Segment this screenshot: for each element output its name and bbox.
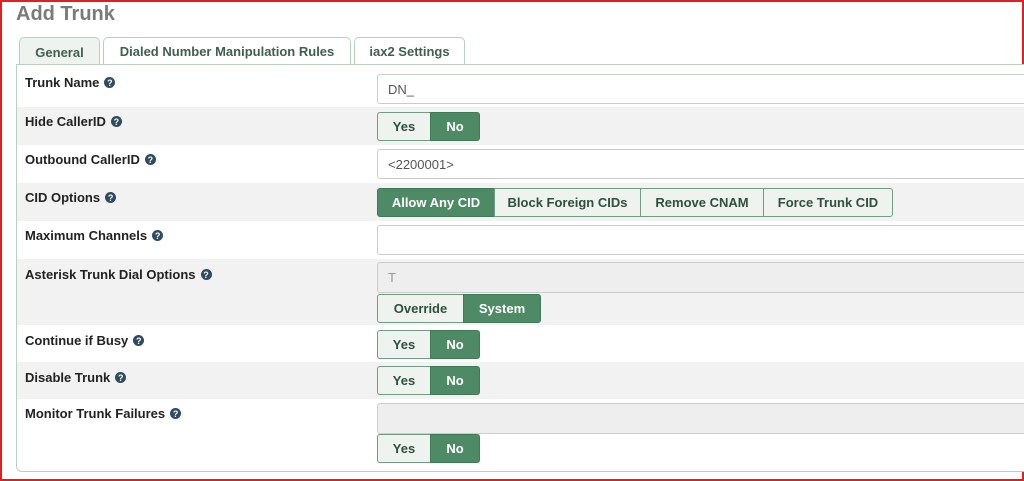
dial-options-override-button[interactable]: Override (377, 294, 464, 323)
hide-callerid-label: Hide CallerID ? (25, 114, 122, 129)
monitor-failures-label-text: Monitor Trunk Failures (25, 406, 166, 421)
outbound-callerid-label-text: Outbound CallerID (25, 152, 140, 167)
dial-options-label: Asterisk Trunk Dial Options ? (25, 267, 212, 282)
tab-dialed-number-rules[interactable]: Dialed Number Manipulation Rules (103, 37, 351, 65)
trunk-name-input[interactable]: DN_ (377, 74, 1024, 104)
monitor-failures-input[interactable] (377, 403, 1024, 434)
help-icon[interactable]: ? (110, 116, 122, 127)
dial-options-input[interactable]: T (377, 262, 1024, 293)
help-icon[interactable]: ? (152, 230, 164, 241)
row-outbound-callerid: Outbound CallerID ? <2200001> (17, 145, 1024, 183)
continue-if-busy-no-button[interactable]: No (430, 330, 480, 359)
hide-callerid-label-text: Hide CallerID (25, 114, 106, 129)
continue-if-busy-label: Continue if Busy ? (25, 333, 145, 348)
row-monitor-failures: Monitor Trunk Failures ? Yes No (17, 399, 1024, 469)
help-icon[interactable]: ? (105, 192, 117, 203)
dial-options-system-button[interactable]: System (463, 294, 541, 323)
monitor-failures-yes-button[interactable]: Yes (377, 434, 431, 463)
cid-block-foreign-button[interactable]: Block Foreign CIDs (494, 188, 641, 217)
disable-trunk-label-text: Disable Trunk (25, 370, 111, 385)
tab-general[interactable]: General (19, 37, 100, 66)
continue-if-busy-toggle: Yes No (377, 330, 480, 359)
hide-callerid-toggle: Yes No (377, 112, 480, 141)
outbound-callerid-label: Outbound CallerID ? (25, 152, 156, 167)
max-channels-input[interactable] (377, 225, 1024, 255)
help-icon[interactable]: ? (104, 77, 116, 88)
disable-trunk-toggle: Yes No (377, 366, 480, 395)
max-channels-label: Maximum Channels ? (25, 228, 164, 243)
trunk-name-label-text: Trunk Name (25, 75, 100, 90)
disable-trunk-no-button[interactable]: No (430, 366, 480, 395)
continue-if-busy-label-text: Continue if Busy (25, 333, 129, 348)
row-cid-options: CID Options ? Allow Any CID Block Foreig… (17, 183, 1024, 221)
outbound-callerid-input[interactable]: <2200001> (377, 149, 1024, 179)
monitor-failures-label: Monitor Trunk Failures ? (25, 406, 182, 421)
row-dial-options: Asterisk Trunk Dial Options ? T Override… (17, 259, 1024, 325)
disable-trunk-label: Disable Trunk ? (25, 370, 127, 385)
monitor-failures-no-button[interactable]: No (430, 434, 480, 463)
cid-options-label-text: CID Options (25, 190, 101, 205)
help-icon[interactable]: ? (115, 372, 127, 383)
disable-trunk-yes-button[interactable]: Yes (377, 366, 431, 395)
monitor-failures-toggle: Yes No (377, 434, 480, 463)
help-icon[interactable]: ? (170, 408, 182, 419)
max-channels-label-text: Maximum Channels (25, 228, 148, 243)
trunk-name-label: Trunk Name ? (25, 75, 116, 90)
tab-iax2-settings[interactable]: iax2 Settings (354, 37, 465, 65)
row-hide-callerid: Hide CallerID ? Yes No (17, 107, 1024, 145)
cid-allow-any-button[interactable]: Allow Any CID (377, 188, 495, 217)
cid-force-trunk-button[interactable]: Force Trunk CID (763, 188, 893, 217)
general-panel: Trunk Name ? DN_ Hide CallerID ? Yes No … (16, 64, 1024, 472)
hide-callerid-no-button[interactable]: No (430, 112, 480, 141)
row-disable-trunk: Disable Trunk ? Yes No (17, 362, 1024, 399)
hide-callerid-yes-button[interactable]: Yes (377, 112, 431, 141)
help-icon[interactable]: ? (200, 269, 212, 280)
dial-options-label-text: Asterisk Trunk Dial Options (25, 267, 196, 282)
row-max-channels: Maximum Channels ? (17, 221, 1024, 259)
row-trunk-name: Trunk Name ? DN_ (17, 65, 1024, 107)
cid-options-toggle: Allow Any CID Block Foreign CIDs Remove … (377, 188, 893, 217)
page-title: Add Trunk (16, 3, 115, 25)
cid-options-label: CID Options ? (25, 190, 117, 205)
cid-remove-cnam-button[interactable]: Remove CNAM (640, 188, 764, 217)
help-icon[interactable]: ? (133, 335, 145, 346)
dial-options-toggle: Override System (377, 294, 541, 323)
row-continue-if-busy: Continue if Busy ? Yes No (17, 325, 1024, 362)
continue-if-busy-yes-button[interactable]: Yes (377, 330, 431, 359)
help-icon[interactable]: ? (144, 154, 156, 165)
